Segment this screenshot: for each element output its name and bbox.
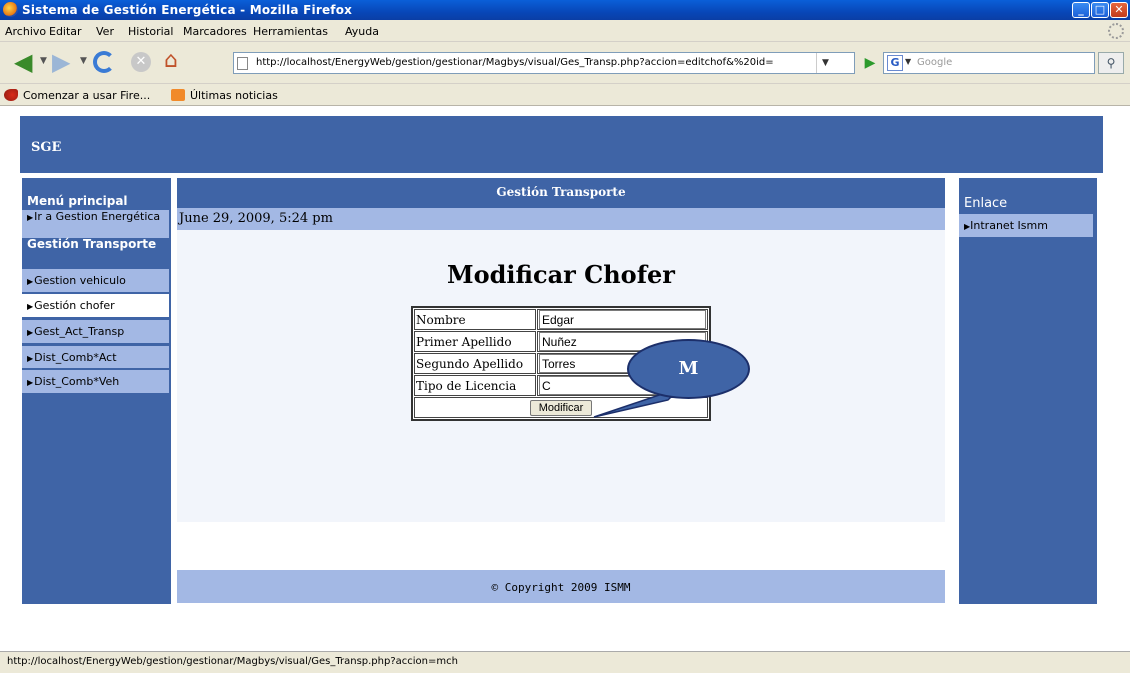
callout-pointer — [593, 387, 681, 418]
status-bar: http://localhost/EnergyWeb/gestion/gesti… — [0, 651, 1130, 673]
callout-bubble: M — [627, 339, 750, 399]
status-text: http://localhost/EnergyWeb/gestion/gesti… — [7, 656, 458, 667]
